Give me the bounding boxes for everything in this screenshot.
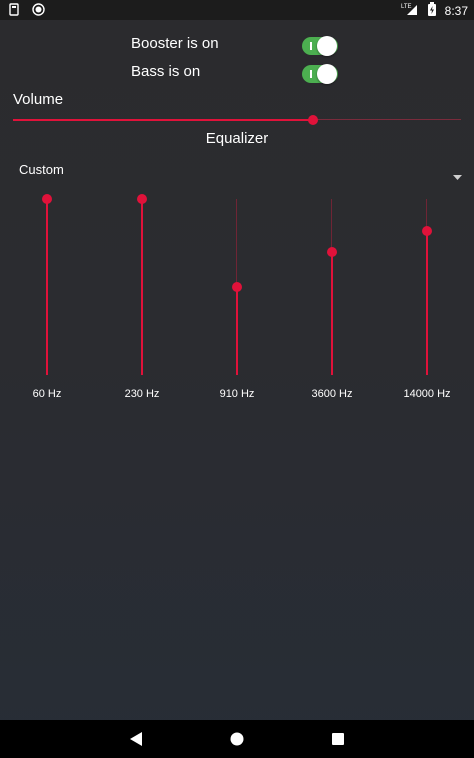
lte-signal-icon: LTE bbox=[401, 2, 421, 19]
status-bar: LTE 8:37 bbox=[0, 0, 474, 20]
switch-on-mark bbox=[310, 42, 312, 50]
preset-dropdown[interactable]: Custom bbox=[19, 161, 464, 180]
bass-label: Bass is on bbox=[131, 63, 201, 80]
volume-label: Volume bbox=[13, 91, 64, 108]
eq-band-thumb[interactable] bbox=[327, 246, 337, 257]
eq-band-label: 230 Hz bbox=[124, 388, 160, 400]
eq-band-thumb[interactable] bbox=[422, 225, 432, 236]
battery-icon bbox=[428, 2, 437, 19]
switch-on-mark bbox=[310, 70, 312, 78]
eq-band-thumb[interactable] bbox=[137, 194, 147, 204]
dropdown-arrow-icon bbox=[453, 167, 462, 185]
eq-band-slider[interactable] bbox=[227, 193, 247, 375]
eq-band-fill bbox=[331, 251, 333, 375]
eq-band-slider[interactable] bbox=[132, 193, 152, 375]
switch-thumb bbox=[317, 64, 337, 84]
home-button[interactable] bbox=[217, 720, 257, 758]
status-left bbox=[9, 3, 46, 21]
svg-text:LTE: LTE bbox=[401, 4, 412, 10]
eq-band-slider[interactable] bbox=[322, 193, 342, 375]
eq-band-slider[interactable] bbox=[417, 193, 437, 375]
eq-band-thumb[interactable] bbox=[42, 194, 52, 204]
eq-band-fill bbox=[426, 230, 428, 375]
booster-label: Booster is on bbox=[131, 35, 219, 52]
volume-thumb[interactable] bbox=[308, 115, 319, 125]
preset-selected: Custom bbox=[19, 162, 64, 177]
eq-band-thumb[interactable] bbox=[232, 282, 242, 292]
bass-switch[interactable] bbox=[302, 64, 338, 84]
eq-band-label: 60 Hz bbox=[32, 388, 62, 400]
volume-slider[interactable] bbox=[13, 112, 461, 128]
eq-band-label: 910 Hz bbox=[219, 388, 255, 400]
eq-band-label: 14000 Hz bbox=[403, 388, 451, 400]
android-debug-icon bbox=[9, 3, 19, 21]
status-time: 8:37 bbox=[444, 3, 468, 18]
eq-band-fill bbox=[46, 199, 48, 375]
booster-switch[interactable] bbox=[302, 36, 338, 56]
eq-band-label: 3600 Hz bbox=[311, 388, 353, 400]
volume-fill bbox=[13, 119, 314, 121]
equalizer-title: Equalizer bbox=[205, 130, 269, 147]
eq-band-fill bbox=[236, 287, 238, 375]
eq-band-fill bbox=[141, 199, 143, 375]
navigation-bar bbox=[0, 720, 474, 758]
recents-button[interactable] bbox=[318, 720, 358, 758]
back-button[interactable] bbox=[116, 720, 156, 758]
switch-thumb bbox=[317, 36, 337, 56]
status-right: LTE 8:37 bbox=[401, 2, 468, 19]
record-icon bbox=[32, 3, 46, 21]
eq-band-slider[interactable] bbox=[37, 193, 57, 375]
